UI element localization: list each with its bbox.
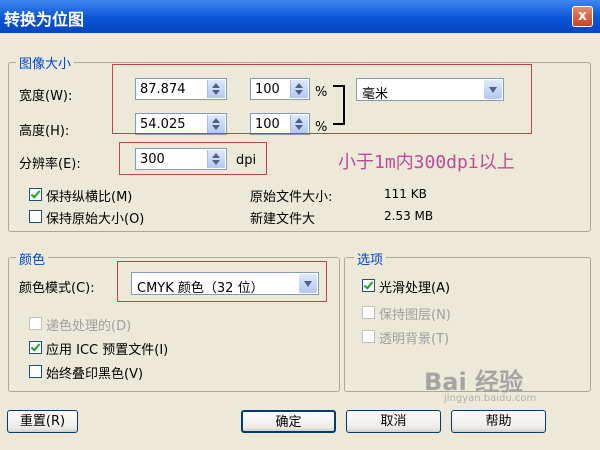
- keep-original-checkbox[interactable]: [29, 210, 42, 223]
- keep-ratio-label: 保持纵横比(M): [46, 190, 133, 205]
- transparent-label: 透明背景(T): [379, 332, 450, 347]
- keep-layers-label: 保持图层(N): [379, 308, 451, 323]
- reset-button[interactable]: 重置(R): [7, 410, 78, 433]
- overprint-label: 始终叠印黑色(V): [46, 367, 144, 382]
- width-label: 宽度(W):: [19, 89, 73, 104]
- dither-checkbox[interactable]: [29, 317, 42, 330]
- image-size-legend: 图像大小: [16, 53, 75, 72]
- color-mode-value: CMYK 颜色（32 位）: [137, 281, 264, 296]
- new-size-label: 新建文件大: [250, 212, 316, 227]
- size-highlight-box: [112, 64, 532, 134]
- color-legend: 颜色: [16, 249, 49, 268]
- options-legend: 选项: [354, 249, 387, 268]
- watermark-logo: Bai 经验: [424, 368, 524, 396]
- smooth-label: 光滑处理(A): [379, 281, 451, 296]
- keep-layers-checkbox[interactable]: [362, 306, 375, 319]
- new-size-value: 2.53 MB: [384, 209, 434, 223]
- title-bar: 转换为位图 x: [0, 0, 600, 33]
- close-button[interactable]: x: [572, 6, 593, 27]
- original-size-value: 111 KB: [384, 187, 427, 201]
- icc-checkbox[interactable]: [29, 341, 42, 354]
- watermark-url: jingyan.baidu.com: [444, 393, 537, 404]
- smooth-checkbox[interactable]: [362, 279, 375, 292]
- original-size-label: 原始文件大小:: [250, 190, 333, 205]
- chevron-down-icon[interactable]: [299, 274, 317, 293]
- help-button[interactable]: 帮助: [451, 410, 546, 433]
- icc-label: 应用 ICC 预置文件(I): [46, 343, 169, 358]
- window-title: 转换为位图: [4, 10, 85, 29]
- overprint-checkbox[interactable]: [29, 365, 42, 378]
- dither-label: 递色处理的(D): [46, 319, 132, 334]
- close-icon: x: [577, 8, 588, 24]
- height-label: 高度(H):: [19, 124, 70, 139]
- ok-button[interactable]: 确定: [241, 410, 336, 433]
- resolution-label: 分辨率(E):: [19, 157, 81, 172]
- color-mode-label: 颜色模式(C):: [19, 281, 95, 296]
- color-mode-select[interactable]: CMYK 颜色（32 位）: [131, 272, 319, 296]
- keep-original-label: 保持原始大小(O): [46, 212, 145, 227]
- resolution-highlight-box: [119, 142, 267, 175]
- cancel-button[interactable]: 取消: [346, 410, 441, 433]
- annotation-note: 小于1m内300dpi以上: [338, 152, 515, 173]
- keep-ratio-checkbox[interactable]: [29, 188, 42, 201]
- transparent-checkbox[interactable]: [362, 330, 375, 343]
